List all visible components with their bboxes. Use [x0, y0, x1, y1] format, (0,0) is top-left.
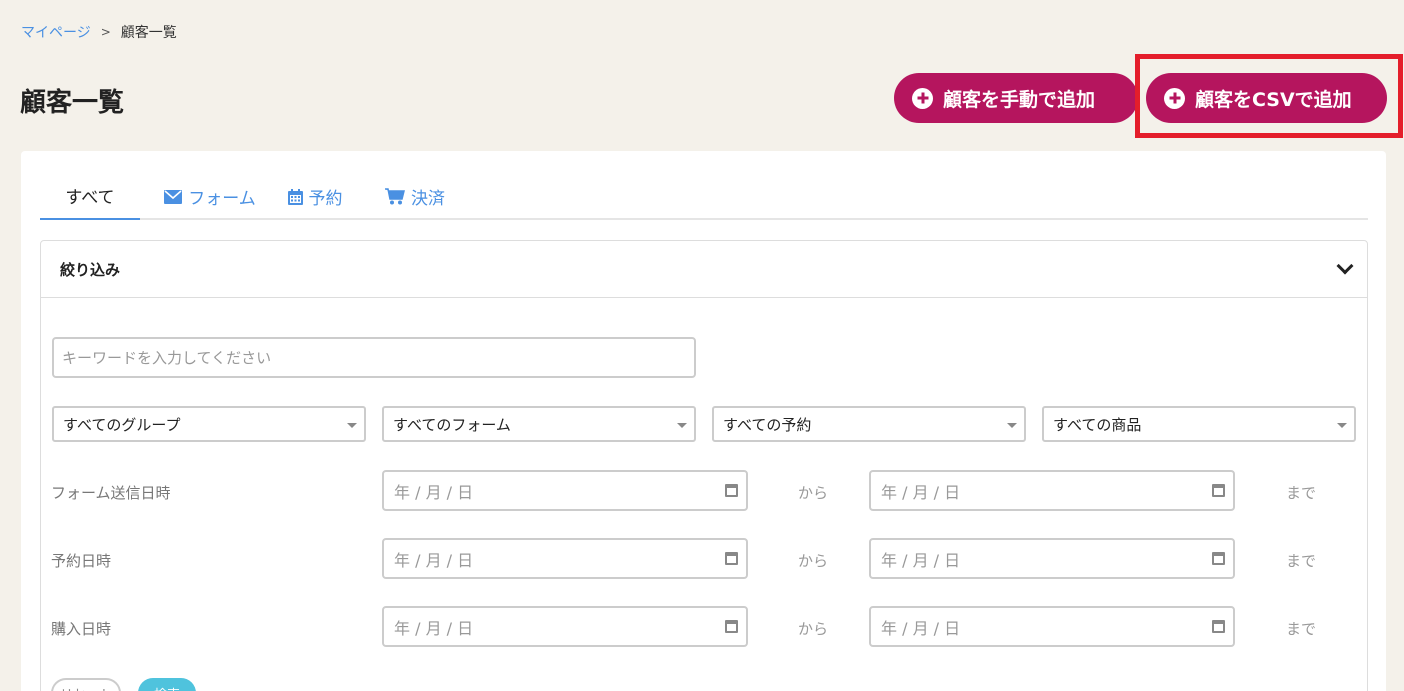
- purchase-date-to[interactable]: 年 / 月 / 日: [869, 606, 1235, 647]
- form-sent-date-to[interactable]: 年 / 月 / 日: [869, 470, 1235, 511]
- date-placeholder: 年 / 月 / 日: [394, 482, 474, 502]
- calendar-icon[interactable]: [725, 620, 738, 633]
- from-label: から: [798, 552, 829, 570]
- form-select-value: すべてのフォーム: [393, 415, 511, 434]
- reservation-select[interactable]: すべての予約: [712, 406, 1026, 442]
- reset-button[interactable]: リセット: [51, 678, 121, 691]
- caret-down-icon: [1007, 423, 1017, 428]
- date-placeholder: 年 / 月 / 日: [394, 550, 474, 570]
- purchase-date-label: 購入日時: [51, 620, 112, 638]
- purchase-date-from[interactable]: 年 / 月 / 日: [382, 606, 748, 647]
- tab-form-label: フォーム: [188, 189, 256, 209]
- reservation-select-value: すべての予約: [723, 415, 812, 434]
- filter-toggle[interactable]: 絞り込み: [41, 241, 1367, 298]
- tab-reservation[interactable]: 予約: [275, 173, 355, 220]
- product-select-value: すべての商品: [1053, 415, 1142, 434]
- calendar-icon: [287, 188, 303, 205]
- tab-payment-label: 決済: [411, 189, 445, 209]
- from-label: から: [798, 620, 829, 638]
- filter-panel: 絞り込み キーワードを入力してください すべてのグループ すべてのフォーム すべ…: [40, 240, 1368, 691]
- customer-list-card: すべて フォーム 予約 決済 絞り込み キーワードを入力してください すべてのグ…: [21, 151, 1386, 691]
- date-placeholder: 年 / 月 / 日: [881, 482, 961, 502]
- product-select[interactable]: すべての商品: [1042, 406, 1356, 442]
- tab-form[interactable]: フォーム: [160, 173, 260, 220]
- tab-all[interactable]: すべて: [40, 173, 140, 220]
- calendar-icon[interactable]: [725, 484, 738, 497]
- page-title: 顧客一覧: [20, 88, 125, 118]
- highlight-annotation: [1135, 54, 1403, 138]
- chevron-down-icon[interactable]: [1336, 257, 1354, 275]
- reservation-date-label: 予約日時: [51, 552, 112, 570]
- until-label: まで: [1286, 484, 1317, 502]
- date-placeholder: 年 / 月 / 日: [394, 618, 474, 638]
- filter-title: 絞り込み: [60, 260, 121, 279]
- keyword-input[interactable]: キーワードを入力してください: [52, 337, 696, 378]
- date-placeholder: 年 / 月 / 日: [881, 618, 961, 638]
- group-select[interactable]: すべてのグループ: [52, 406, 366, 442]
- calendar-icon[interactable]: [1212, 620, 1225, 633]
- form-select[interactable]: すべてのフォーム: [382, 406, 696, 442]
- breadcrumb-separator: >: [100, 25, 111, 39]
- tab-bar: すべて フォーム 予約 決済: [40, 173, 1368, 220]
- until-label: まで: [1286, 552, 1317, 570]
- reservation-date-to[interactable]: 年 / 月 / 日: [869, 538, 1235, 579]
- calendar-icon[interactable]: [1212, 484, 1225, 497]
- add-customer-manual-button[interactable]: 顧客を手動で追加: [894, 73, 1138, 123]
- form-sent-date-from[interactable]: 年 / 月 / 日: [382, 470, 748, 511]
- breadcrumb: マイページ > 顧客一覧: [21, 22, 177, 42]
- caret-down-icon: [347, 423, 357, 428]
- breadcrumb-home-link[interactable]: マイページ: [21, 22, 91, 42]
- breadcrumb-current: 顧客一覧: [120, 25, 177, 41]
- tab-payment[interactable]: 決済: [370, 173, 460, 220]
- tab-reservation-label: 予約: [308, 189, 343, 209]
- until-label: まで: [1286, 620, 1317, 638]
- calendar-icon[interactable]: [725, 552, 738, 565]
- group-select-value: すべてのグループ: [63, 415, 181, 434]
- cart-icon: [385, 188, 405, 205]
- date-placeholder: 年 / 月 / 日: [881, 550, 961, 570]
- from-label: から: [798, 484, 829, 502]
- calendar-icon[interactable]: [1212, 552, 1225, 565]
- tab-all-label: すべて: [65, 188, 115, 208]
- reservation-date-from[interactable]: 年 / 月 / 日: [382, 538, 748, 579]
- caret-down-icon: [1337, 423, 1347, 428]
- add-customer-manual-label: 顧客を手動で追加: [943, 88, 1096, 111]
- caret-down-icon: [677, 423, 687, 428]
- search-button[interactable]: 検索: [138, 678, 196, 691]
- form-sent-date-label: フォーム送信日時: [51, 484, 171, 502]
- plus-circle-icon: [912, 87, 933, 109]
- envelope-icon: [164, 189, 183, 204]
